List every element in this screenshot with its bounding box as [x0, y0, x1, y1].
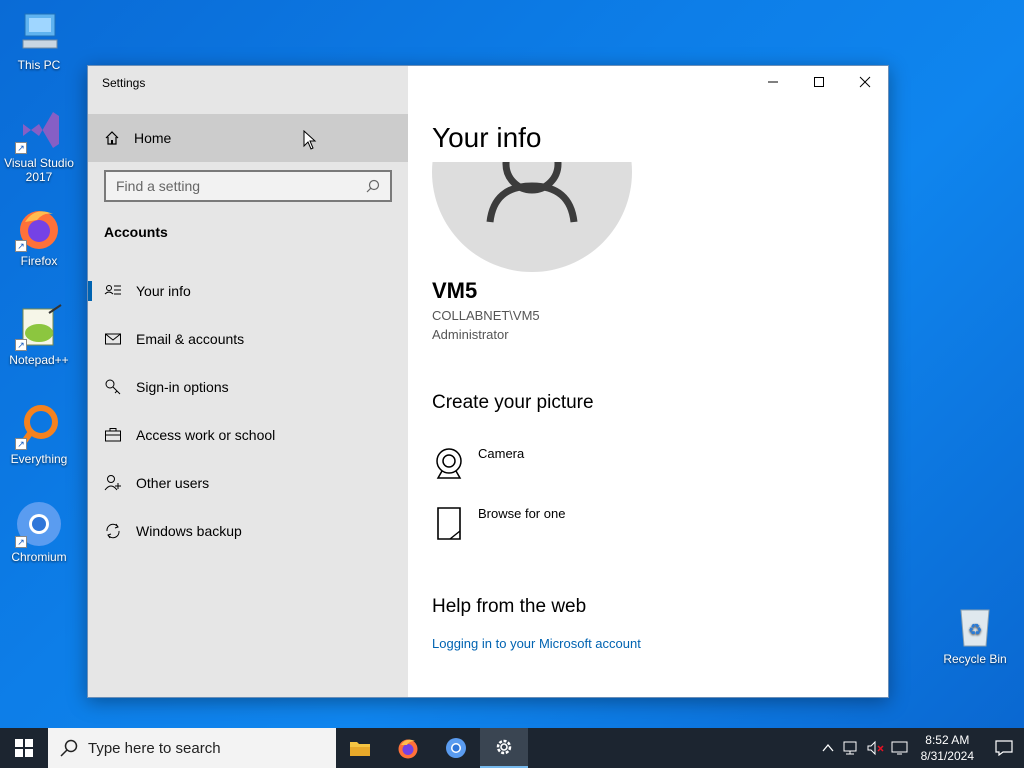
create-picture-heading: Create your picture	[432, 392, 594, 413]
chromium-icon	[446, 738, 466, 758]
search-icon	[60, 739, 78, 757]
mail-icon	[105, 333, 121, 345]
accounts-section-heading: Accounts	[104, 224, 168, 240]
display-icon[interactable]	[891, 740, 909, 756]
firefox-icon: ↗	[15, 204, 63, 252]
sidebar-item-label: Email & accounts	[136, 331, 245, 347]
webcam-icon	[436, 448, 462, 479]
person-add-icon	[104, 475, 121, 491]
sidebar-item-windows-backup[interactable]: Windows backup	[88, 511, 408, 551]
action-center-button[interactable]	[984, 728, 1024, 768]
notification-icon	[995, 740, 1013, 756]
windows-logo-icon	[15, 739, 33, 757]
sidebar-item-access-work[interactable]: Access work or school	[88, 415, 408, 455]
desktop-icon-notepad-plus-plus[interactable]: ↗ Notepad++	[1, 303, 77, 367]
desktop-icon-chromium[interactable]: ↗ Chromium	[1, 500, 77, 564]
user-account-name: COLLABNET\VM5	[432, 308, 540, 323]
mouse-cursor-icon	[303, 130, 317, 150]
shortcut-arrow-icon: ↗	[15, 536, 27, 548]
gear-icon	[496, 739, 512, 755]
desktop-icon-label: This PC	[17, 58, 61, 72]
sidebar-item-your-info[interactable]: Your info	[88, 271, 408, 311]
taskbar-file-explorer[interactable]	[336, 728, 384, 768]
desktop-icon-firefox[interactable]: ↗ Firefox	[1, 204, 77, 268]
person-list-icon	[104, 285, 121, 295]
home-icon	[105, 131, 119, 145]
shortcut-arrow-icon: ↗	[15, 240, 27, 252]
taskbar-search-box[interactable]: Type here to search	[48, 728, 336, 768]
notepad-plus-plus-icon: ↗	[15, 303, 63, 351]
desktop-icon-label: Firefox	[20, 254, 58, 268]
this-pc-icon	[15, 8, 63, 56]
desktop-icon-everything[interactable]: ↗ Everything	[1, 402, 77, 466]
key-icon	[105, 379, 121, 395]
everything-icon: ↗	[15, 402, 63, 450]
settings-sidebar: Settings Home Find a setting Accounts Yo…	[88, 66, 408, 697]
visual-studio-icon: ↗	[15, 106, 63, 154]
avatar	[432, 162, 632, 272]
home-nav-button[interactable]: Home	[88, 114, 408, 162]
taskbar-settings[interactable]	[480, 728, 528, 768]
svg-text:♻: ♻	[968, 620, 982, 639]
sidebar-item-label: Access work or school	[136, 427, 276, 443]
help-link[interactable]: Logging in to your Microsoft account	[432, 636, 641, 651]
browse-for-one-option[interactable]: Browse for one	[432, 506, 565, 540]
window-title: Settings	[102, 76, 146, 90]
briefcase-icon	[105, 428, 121, 442]
user-role: Administrator	[432, 327, 509, 342]
chromium-icon: ↗	[15, 500, 63, 548]
system-tray: 8:52 AM 8/31/2024	[821, 728, 1024, 768]
camera-label: Camera	[478, 446, 525, 461]
recycle-bin-icon: ♻	[951, 602, 999, 650]
folder-icon	[350, 742, 370, 756]
shortcut-arrow-icon: ↗	[15, 339, 27, 351]
sync-icon	[106, 523, 120, 539]
desktop-icon-recycle-bin[interactable]: ♻ Recycle Bin	[937, 602, 1013, 666]
taskbar-search-placeholder: Type here to search	[88, 739, 221, 757]
clock-time: 8:52 AM	[925, 733, 970, 747]
start-button[interactable]	[0, 728, 48, 768]
sidebar-item-label: Your info	[136, 283, 191, 299]
shortcut-arrow-icon: ↗	[15, 142, 27, 154]
document-icon	[437, 507, 461, 540]
network-icon[interactable]	[843, 740, 861, 756]
sidebar-item-label: Sign-in options	[136, 379, 229, 395]
desktop-icon-label: Visual Studio 2017	[4, 156, 74, 184]
home-label: Home	[134, 130, 172, 146]
page-title: Your info	[432, 122, 542, 153]
search-icon[interactable]	[366, 179, 380, 193]
desktop-icon-visual-studio[interactable]: ↗ Visual Studio 2017	[1, 106, 77, 184]
desktop-icon-this-pc[interactable]: This PC	[1, 8, 77, 72]
taskbar: Type here to search 8:52 AM 8/31/2024	[0, 728, 1024, 768]
user-display-name: VM5	[432, 278, 478, 303]
camera-option[interactable]: Camera	[432, 446, 524, 480]
chevron-up-icon[interactable]	[821, 741, 835, 755]
firefox-icon	[398, 739, 418, 759]
volume-muted-icon[interactable]	[867, 740, 885, 756]
help-heading: Help from the web	[432, 596, 587, 617]
shortcut-arrow-icon: ↗	[15, 438, 27, 450]
clock-date: 8/31/2024	[920, 749, 974, 763]
desktop-icon-label: Everything	[10, 452, 68, 466]
sidebar-item-label: Windows backup	[136, 523, 242, 539]
sidebar-item-other-users[interactable]: Other users	[88, 463, 408, 503]
browse-label: Browse for one	[478, 506, 566, 521]
desktop-icon-label: Chromium	[11, 550, 67, 564]
settings-main-pane: Your info VM5 COLLABNET\VM5 Administrato…	[408, 66, 888, 697]
taskbar-clock[interactable]: 8:52 AM 8/31/2024	[911, 732, 984, 764]
user-silhouette-icon	[486, 162, 578, 223]
taskbar-chromium[interactable]	[432, 728, 480, 768]
settings-window: Settings Home Find a setting Accounts Yo…	[87, 65, 889, 698]
sidebar-item-sign-in-options[interactable]: Sign-in options	[88, 367, 408, 407]
sidebar-item-label: Other users	[136, 475, 210, 491]
desktop-icon-label: Recycle Bin	[943, 652, 1007, 666]
taskbar-firefox[interactable]	[384, 728, 432, 768]
search-placeholder: Find a setting	[116, 178, 201, 194]
find-setting-search-input[interactable]: Find a setting	[104, 170, 392, 202]
sidebar-item-email-accounts[interactable]: Email & accounts	[88, 319, 408, 359]
desktop-icon-label: Notepad++	[9, 353, 69, 367]
